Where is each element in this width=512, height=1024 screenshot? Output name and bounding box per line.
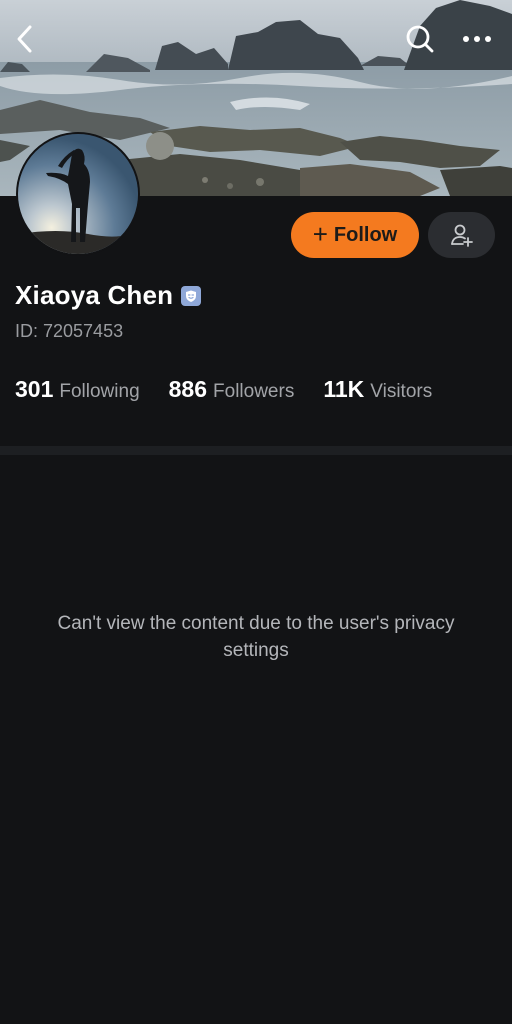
stat-value: 886 bbox=[168, 376, 208, 402]
profile-screen: + Follow Xiaoya Chen ID: 72057453 301 Fo… bbox=[0, 0, 512, 1024]
stat-label: Followers bbox=[213, 381, 295, 402]
search-icon bbox=[406, 25, 434, 53]
add-user-icon bbox=[450, 224, 473, 247]
plus-icon: + bbox=[312, 218, 328, 249]
stat-value: 11K bbox=[323, 376, 365, 402]
user-id: ID: 72057453 bbox=[15, 321, 124, 341]
follow-label: Follow bbox=[333, 223, 398, 246]
stat-label: Following bbox=[59, 381, 140, 402]
stat-label: Visitors bbox=[370, 381, 433, 402]
chevron-left-icon bbox=[17, 25, 32, 53]
more-horizontal-icon bbox=[463, 36, 491, 42]
verified-badge-icon bbox=[181, 285, 202, 306]
back-button[interactable] bbox=[8, 22, 42, 56]
avatar-image bbox=[18, 134, 138, 254]
follow-button[interactable]: + Follow bbox=[291, 212, 419, 258]
avatar[interactable] bbox=[16, 132, 140, 256]
add-friend-button[interactable] bbox=[428, 212, 495, 258]
stat-value: 301 bbox=[15, 376, 54, 402]
privacy-message: Can't view the content due to the user's… bbox=[57, 613, 455, 661]
profile-name: Xiaoya Chen bbox=[15, 280, 174, 310]
search-button[interactable] bbox=[403, 22, 437, 56]
section-divider bbox=[0, 446, 512, 455]
stat-following[interactable]: 301 Following bbox=[15, 376, 140, 403]
more-button[interactable] bbox=[460, 22, 494, 56]
stat-visitors[interactable]: 11K Visitors bbox=[323, 376, 432, 403]
stats-row: 301 Following 886 Followers 11K Visitors bbox=[15, 376, 461, 403]
stat-followers[interactable]: 886 Followers bbox=[169, 376, 295, 403]
name-row: Xiaoya Chen bbox=[15, 280, 202, 311]
